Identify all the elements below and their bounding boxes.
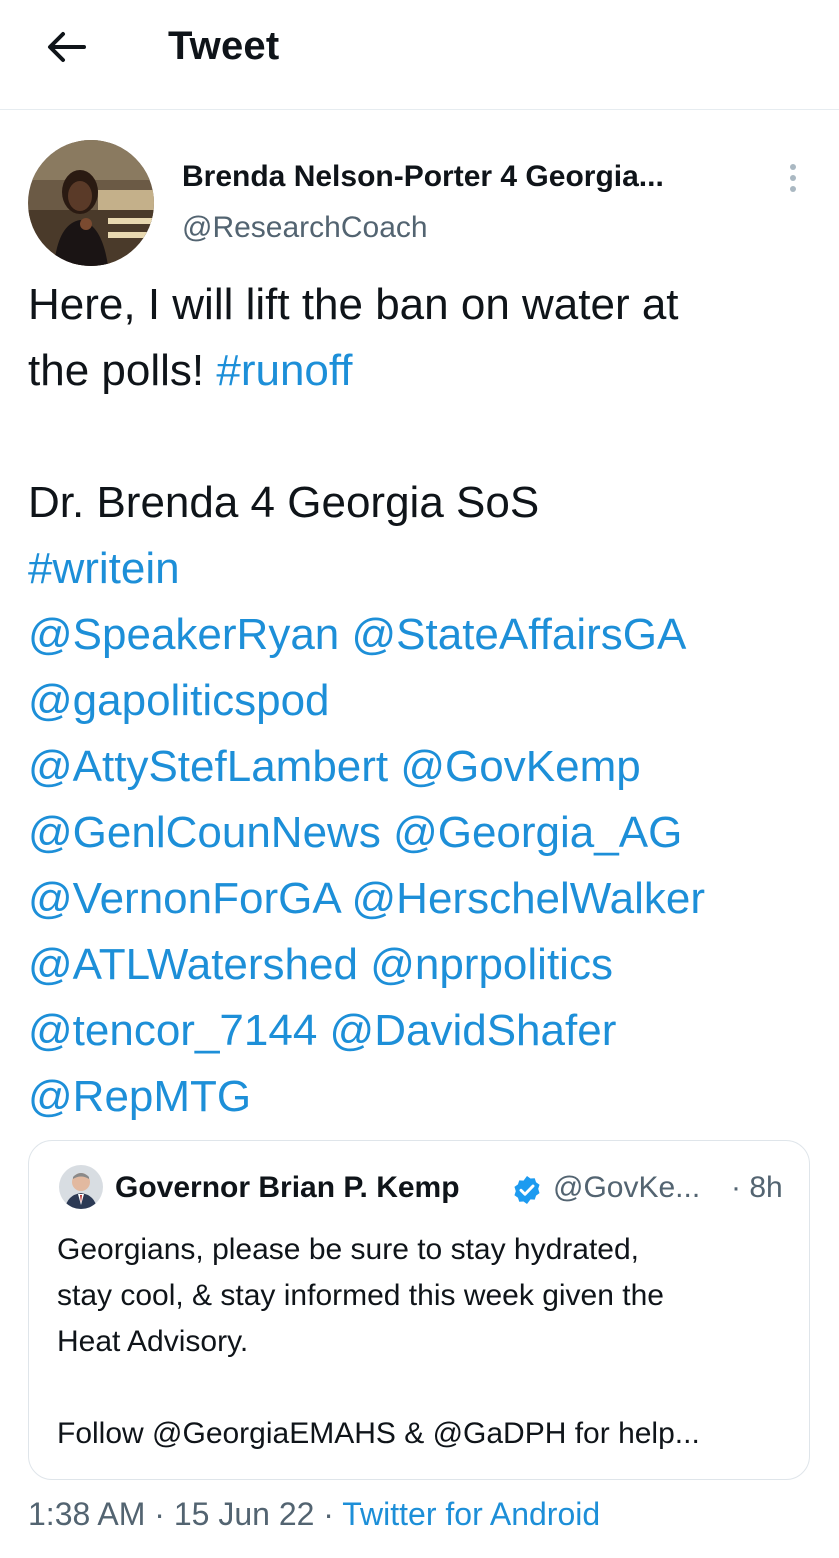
tweet-line: the polls! #runoff [28,338,828,404]
hashtag-link[interactable]: #runoff [216,346,352,395]
hashtag-link[interactable]: #writein [28,544,180,593]
quoted-tweet-time: · 8h [731,1171,783,1204]
mention-link[interactable]: @VernonForGA [28,874,339,923]
mention-link[interactable]: @GovKemp [400,742,640,791]
mention-link[interactable]: @AttyStefLambert [28,742,388,791]
more-dot [790,186,796,192]
more-dot [790,175,796,181]
mention-link[interactable]: @HerschelWalker [352,874,706,923]
verified-badge-icon [514,1176,540,1204]
mention-link[interactable]: @Georgia_AG [393,808,682,857]
more-options-button[interactable] [778,158,808,198]
mention-line: @gapoliticspod [28,668,828,734]
mention-line: @AttyStefLambert @GovKemp [28,734,828,800]
tweet-metadata: 1:38 AM · 15 Jun 22 · Twitter for Androi… [28,1496,600,1533]
mention-link[interactable]: @RepMTG [28,1072,251,1121]
mention-line: @ATLWatershed @nprpolitics [28,932,828,998]
mention-link[interactable]: @tencor_7144 [28,1006,317,1055]
tweet-line: #writein [28,536,828,602]
mention-link[interactable]: @SpeakerRyan [28,610,339,659]
page-title: Tweet [168,24,280,68]
author-name[interactable]: Brenda Nelson-Porter 4 Georgia... [182,160,664,194]
quoted-author-avatar [59,1165,103,1209]
quoted-line: Follow @GeorgiaEMAHS & @GaDPH for help..… [57,1417,700,1450]
tweet-date: 15 Jun 22 [173,1496,315,1532]
quoted-tweet-text: Georgians, please be sure to stay hydrat… [57,1227,797,1457]
top-bar: Tweet [0,0,839,110]
quoted-author-handle: @GovKe... [553,1171,701,1204]
mention-line: @tencor_7144 @DavidShafer [28,998,828,1064]
tweet-text: Here, I will lift the ban on water at th… [28,272,828,1130]
more-dots-icon [790,164,796,170]
arrow-left-icon [48,32,86,62]
author-handle[interactable]: @ResearchCoach [182,211,428,245]
tweet-line: Dr. Brenda 4 Georgia SoS [28,478,540,527]
quoted-line: Heat Advisory. [57,1325,249,1358]
mention-line: @RepMTG [28,1064,828,1130]
author-avatar[interactable] [28,140,154,266]
quoted-line: Georgians, please be sure to stay hydrat… [57,1233,640,1266]
quoted-tweet-card[interactable]: Governor Brian P. Kemp @GovKe... · 8h Ge… [28,1140,810,1480]
quoted-author-name: Governor Brian P. Kemp [115,1171,460,1204]
tweet-time: 1:38 AM [28,1496,146,1532]
mention-link[interactable]: @gapoliticspod [28,676,330,725]
mention-line: @GenlCounNews @Georgia_AG [28,800,828,866]
quoted-line: stay cool, & stay informed this week giv… [57,1279,664,1312]
mention-line: @VernonForGA @HerschelWalker [28,866,828,932]
back-button[interactable] [38,22,94,72]
meta-separator: · [145,1496,174,1532]
tweet-line: Here, I will lift the ban on water at [28,280,679,329]
mention-link[interactable]: @GenlCounNews [28,808,381,857]
mention-link[interactable]: @StateAffairsGA [352,610,687,659]
mention-link[interactable]: @DavidShafer [330,1006,617,1055]
mention-link[interactable]: @ATLWatershed [28,940,358,989]
tweet-source-link[interactable]: Twitter for Android [342,1496,600,1532]
tweet-text-fragment: the polls! [28,346,217,395]
mention-line: @SpeakerRyan @StateAffairsGA [28,602,828,668]
meta-separator: · [314,1496,343,1532]
mention-link[interactable]: @nprpolitics [370,940,613,989]
